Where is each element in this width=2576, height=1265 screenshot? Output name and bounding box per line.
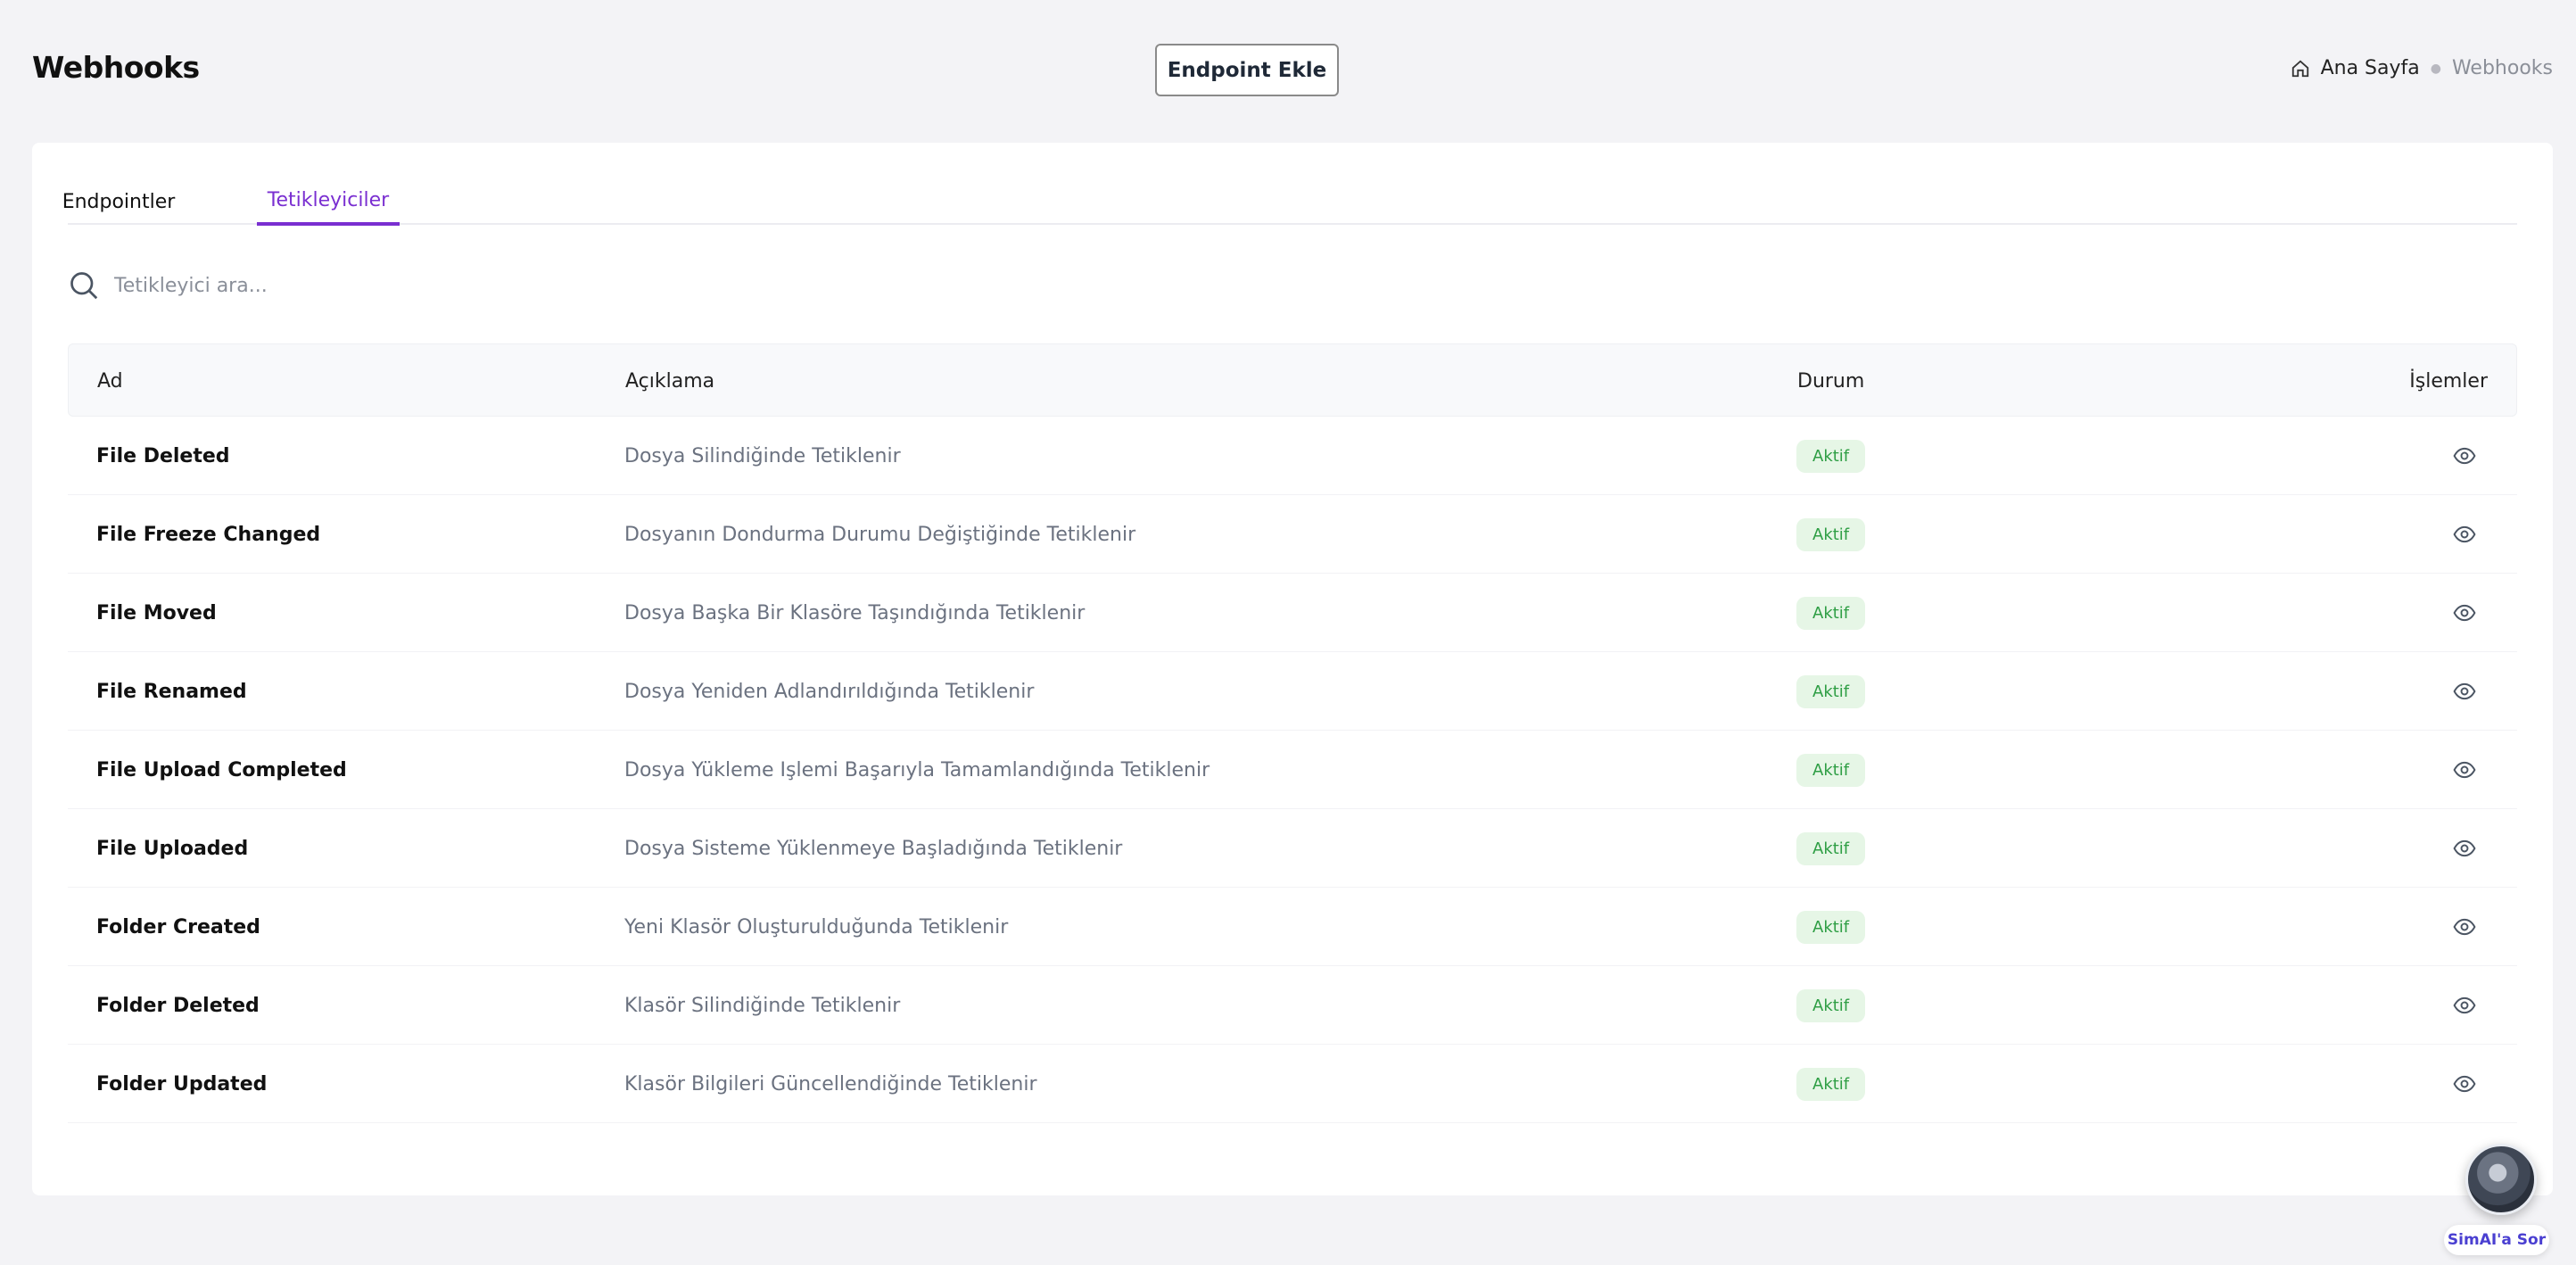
breadcrumb-home-link[interactable]: Ana Sayfa <box>2321 57 2420 79</box>
trigger-name: File Uploaded <box>96 837 249 860</box>
eye-icon <box>2453 761 2476 779</box>
trigger-name: File Renamed <box>96 680 247 703</box>
table-row: File Deleted Dosya Silindiğinde Tetiklen… <box>68 417 2517 495</box>
tab-triggers[interactable]: Tetikleyiciler <box>257 178 400 226</box>
eye-icon <box>2453 918 2476 936</box>
view-button[interactable] <box>2453 966 2476 1045</box>
trigger-description: Dosyanın Dondurma Durumu Değiştiğinde Te… <box>624 523 1136 546</box>
add-endpoint-button[interactable]: Endpoint Ekle <box>1155 44 1339 96</box>
view-button[interactable] <box>2453 1045 2476 1123</box>
column-header-name: Ad <box>97 369 123 393</box>
search-bar <box>68 268 871 303</box>
column-header-description: Açıklama <box>625 369 715 393</box>
eye-icon <box>2453 682 2476 700</box>
eye-icon <box>2453 839 2476 857</box>
tab-endpoints[interactable]: Endpointler <box>62 178 176 225</box>
status-badge: Aktif <box>1796 831 1866 865</box>
triggers-card: Endpointler Tetikleyiciler Ad Açıklama D… <box>32 143 2553 1195</box>
status-badge: Aktif <box>1796 988 1866 1022</box>
trigger-name: File Deleted <box>96 444 230 467</box>
status-cell: Aktif <box>1796 652 1866 731</box>
table-row: Folder Updated Klasör Bilgileri Güncelle… <box>68 1045 2517 1123</box>
view-button[interactable] <box>2453 809 2476 888</box>
table-row: File Moved Dosya Başka Bir Klasöre Taşın… <box>68 574 2517 652</box>
table-row: File Upload Completed Dosya Yükleme Işle… <box>68 731 2517 809</box>
view-button[interactable] <box>2453 652 2476 731</box>
column-header-status: Durum <box>1797 369 1865 393</box>
status-badge: Aktif <box>1796 439 1866 473</box>
trigger-description: Klasör Bilgileri Güncellendiğinde Tetikl… <box>624 1072 1037 1096</box>
trigger-description: Dosya Sisteme Yüklenmeye Başladığında Te… <box>624 837 1123 860</box>
column-header-actions: İşlemler <box>2409 369 2488 393</box>
trigger-description: Dosya Silindiğinde Tetiklenir <box>624 444 901 467</box>
trigger-description: Dosya Yükleme Işlemi Başarıyla Tamamland… <box>624 758 1210 781</box>
eye-icon <box>2453 1075 2476 1093</box>
eye-icon <box>2453 996 2476 1014</box>
status-badge: Aktif <box>1796 517 1866 551</box>
trigger-description: Dosya Yeniden Adlandırıldığında Tetiklen… <box>624 680 1035 703</box>
table-row: Folder Created Yeni Klasör Oluşturulduğu… <box>68 888 2517 966</box>
trigger-name: Folder Created <box>96 915 260 938</box>
table-row: File Freeze Changed Dosyanın Dondurma Du… <box>68 495 2517 574</box>
table-row: File Renamed Dosya Yeniden Adlandırıldığ… <box>68 652 2517 731</box>
status-cell: Aktif <box>1796 809 1866 888</box>
breadcrumb: Ana Sayfa ● Webhooks <box>2291 57 2553 79</box>
status-badge: Aktif <box>1796 910 1866 944</box>
trigger-description: Yeni Klasör Oluşturulduğunda Tetiklenir <box>624 915 1009 938</box>
view-button[interactable] <box>2453 417 2476 495</box>
status-cell: Aktif <box>1796 888 1866 966</box>
status-cell: Aktif <box>1796 731 1866 809</box>
view-button[interactable] <box>2453 495 2476 574</box>
trigger-name: File Upload Completed <box>96 758 347 781</box>
trigger-name: File Moved <box>96 601 217 624</box>
status-cell: Aktif <box>1796 574 1866 652</box>
breadcrumb-separator: ● <box>2430 61 2441 76</box>
eye-icon <box>2453 604 2476 622</box>
status-cell: Aktif <box>1796 966 1866 1045</box>
search-input[interactable] <box>114 274 828 297</box>
status-cell: Aktif <box>1796 1045 1866 1123</box>
status-badge: Aktif <box>1796 674 1866 708</box>
status-badge: Aktif <box>1796 596 1866 630</box>
trigger-name: Folder Deleted <box>96 994 260 1017</box>
table-header: Ad Açıklama Durum İşlemler <box>68 343 2517 417</box>
status-badge: Aktif <box>1796 1067 1866 1101</box>
eye-icon <box>2453 447 2476 465</box>
trigger-name: Folder Updated <box>96 1072 268 1096</box>
trigger-description: Dosya Başka Bir Klasöre Taşındığında Tet… <box>624 601 1086 624</box>
top-bar: Webhooks Endpoint Ekle Ana Sayfa ● Webho… <box>0 0 2576 143</box>
view-button[interactable] <box>2453 731 2476 809</box>
triggers-table: Ad Açıklama Durum İşlemler File Deleted … <box>68 343 2517 1123</box>
eye-icon <box>2453 525 2476 543</box>
table-row: Folder Deleted Klasör Silindiğinde Tetik… <box>68 966 2517 1045</box>
status-cell: Aktif <box>1796 495 1866 574</box>
trigger-name: File Freeze Changed <box>96 523 321 546</box>
view-button[interactable] <box>2453 574 2476 652</box>
tab-bar: Endpointler Tetikleyiciler <box>62 178 2517 226</box>
status-cell: Aktif <box>1796 417 1866 495</box>
view-button[interactable] <box>2453 888 2476 966</box>
table-row: File Uploaded Dosya Sisteme Yüklenmeye B… <box>68 809 2517 888</box>
home-icon[interactable] <box>2291 59 2310 79</box>
status-badge: Aktif <box>1796 753 1866 787</box>
assistant-button[interactable]: SimAI'a Sor <box>2444 1225 2549 1255</box>
assistant-widget[interactable]: SimAI'a Sor <box>2444 1144 2549 1255</box>
assistant-avatar[interactable] <box>2465 1144 2537 1215</box>
page-title: Webhooks <box>32 50 200 85</box>
trigger-description: Klasör Silindiğinde Tetiklenir <box>624 994 901 1017</box>
breadcrumb-current: Webhooks <box>2451 57 2553 79</box>
search-icon <box>70 272 98 300</box>
